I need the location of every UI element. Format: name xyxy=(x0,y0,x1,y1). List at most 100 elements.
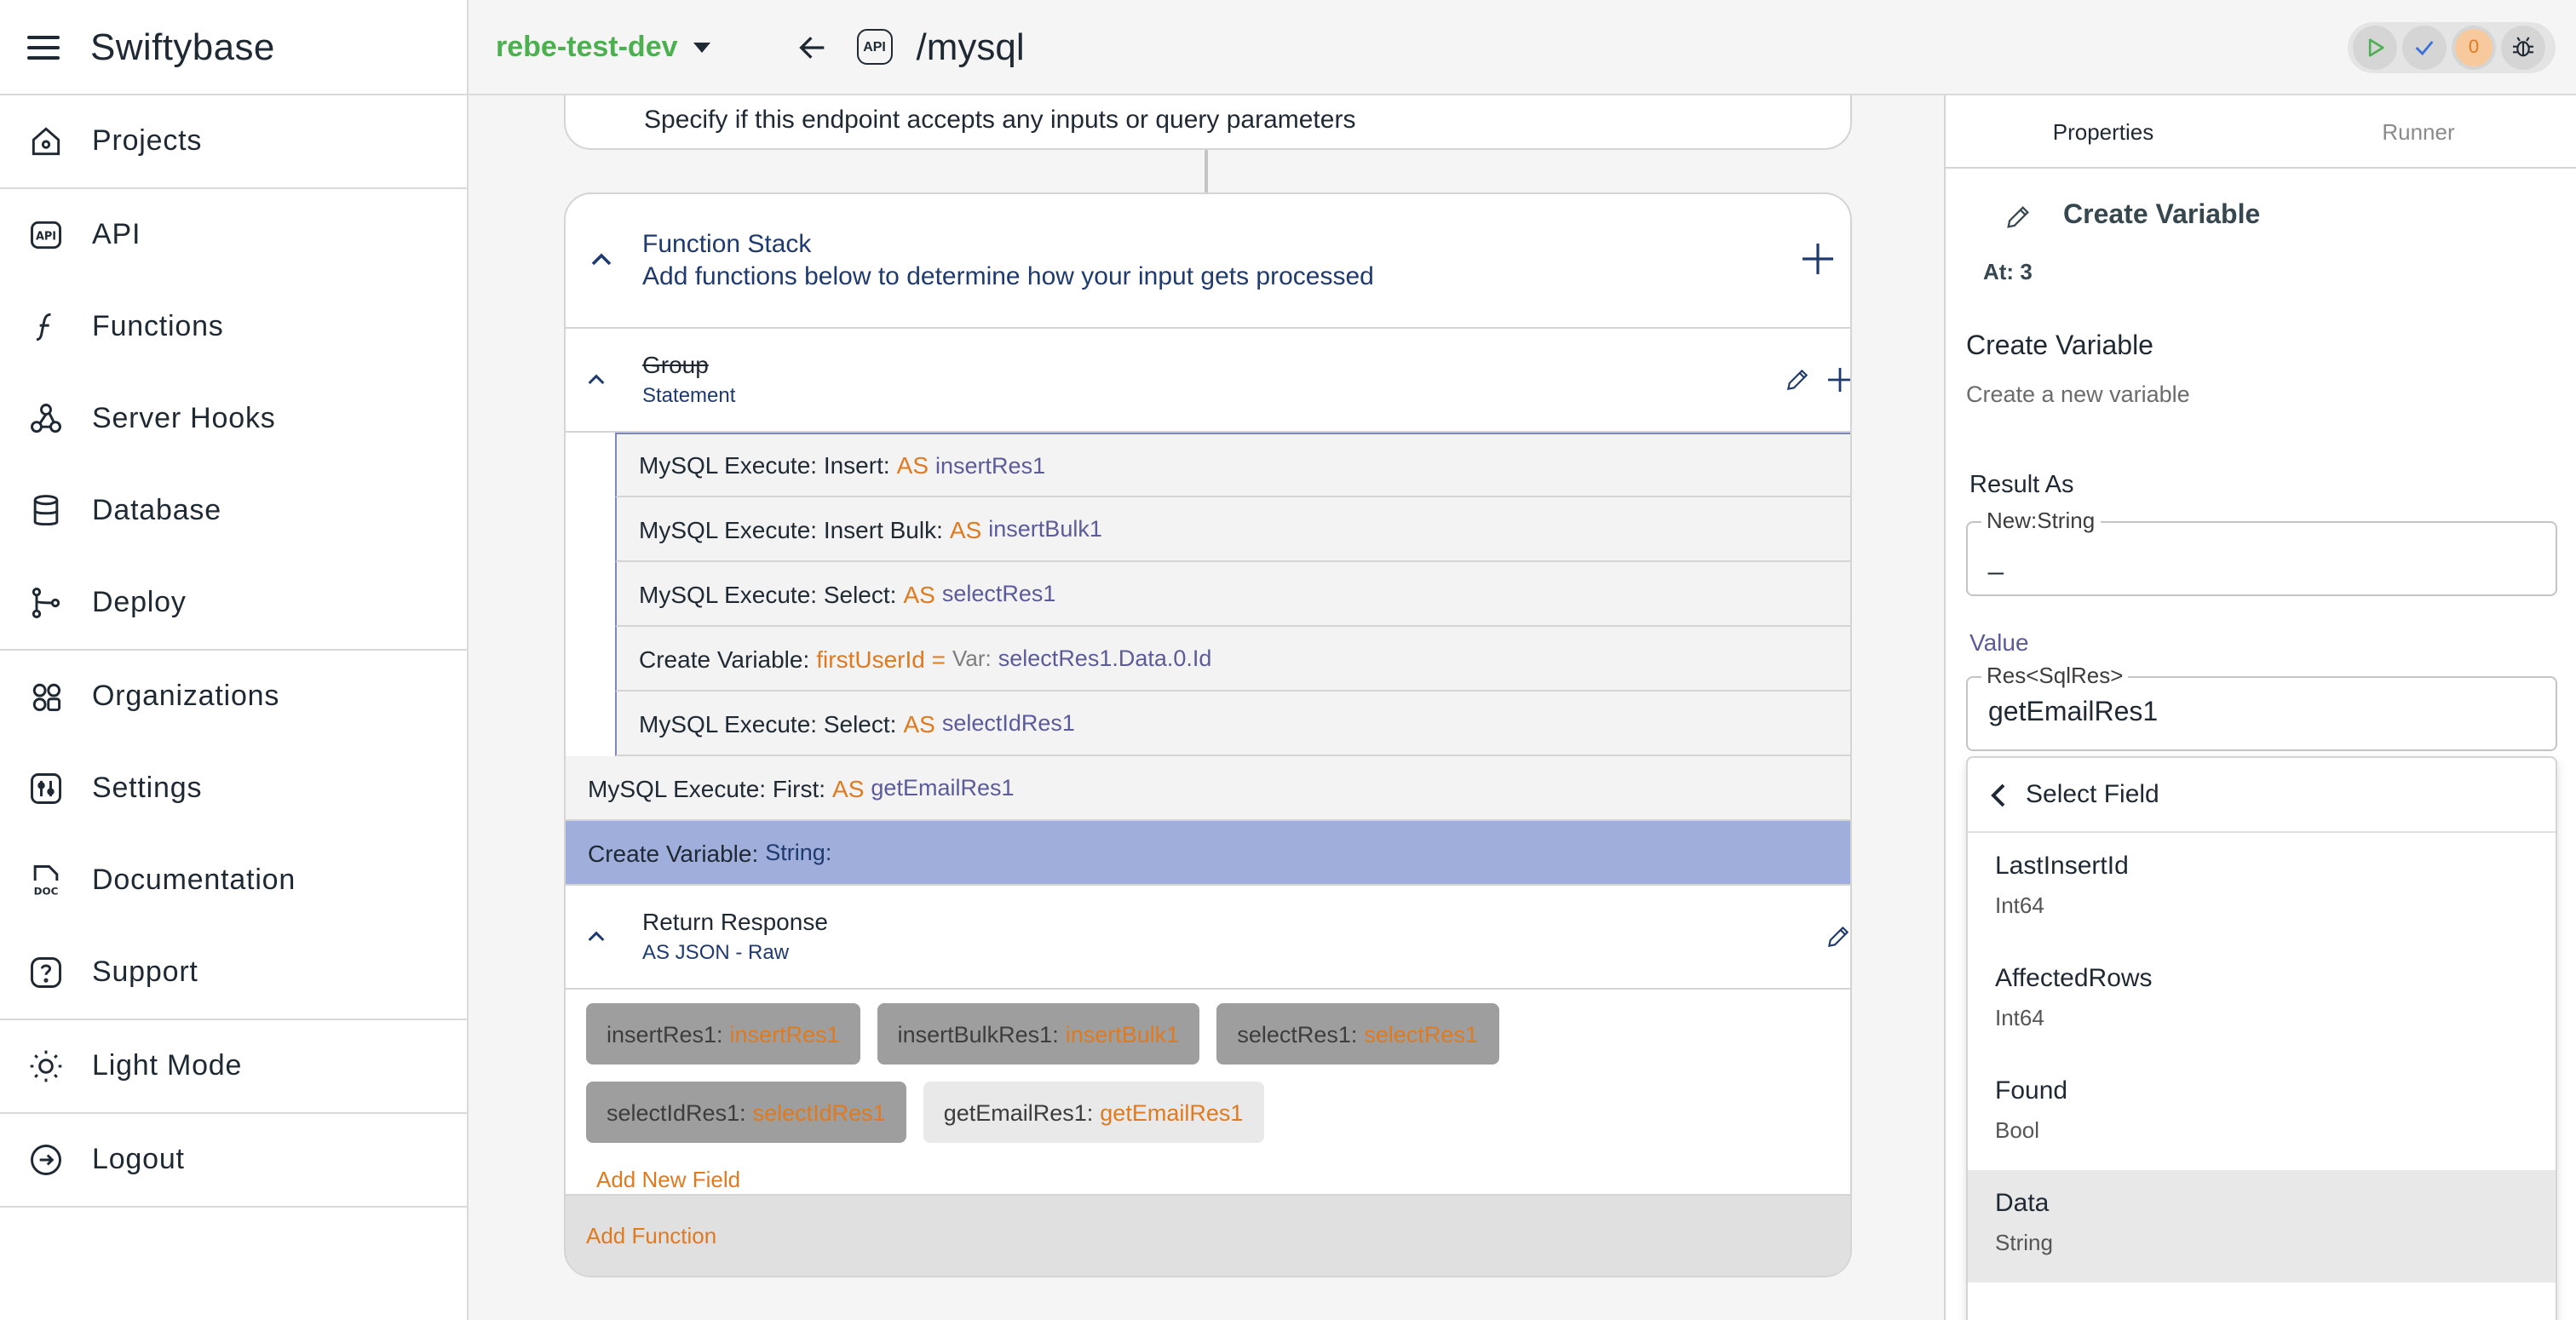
edit-icon[interactable] xyxy=(1825,923,1852,950)
dropdown-option-affectedrows[interactable]: AffectedRows Int64 xyxy=(1968,945,2556,1058)
return-title: Return Response xyxy=(642,908,828,935)
debug-button[interactable] xyxy=(2501,26,2545,70)
response-field-chip[interactable]: insertBulkRes1: insertBulk1 xyxy=(877,1003,1200,1065)
pencil-icon xyxy=(2007,205,2029,227)
function-icon xyxy=(27,308,65,346)
statement-keyword: AS xyxy=(903,709,935,737)
check-icon xyxy=(2415,41,2434,56)
sidebar-item-functions[interactable]: Functions xyxy=(0,281,467,373)
result-as-label: Result As xyxy=(1969,472,2074,499)
statement-variable: String: xyxy=(765,840,832,865)
run-button[interactable] xyxy=(2353,26,2397,70)
statement-type: Var: xyxy=(952,646,992,671)
response-field-chip[interactable]: getEmailRes1: getEmailRes1 xyxy=(923,1082,1264,1143)
option-name: Found xyxy=(1995,1076,2068,1105)
dropdown-header: Select Field xyxy=(2026,780,2159,809)
add-function-plus-icon[interactable] xyxy=(1803,244,1833,274)
sidebar-item-projects[interactable]: Projects xyxy=(0,95,467,187)
statement-row[interactable]: MySQL Execute: First: AS getEmailRes1 xyxy=(566,756,1850,821)
svg-text:DOC: DOC xyxy=(34,886,59,898)
response-fields: insertRes1: insertRes1 insertBulkRes1: ins… xyxy=(566,990,1850,1160)
field-value: insertRes1 xyxy=(729,1021,840,1047)
sidebar-item-logout[interactable]: Logout xyxy=(0,1114,467,1206)
sidebar-item-settings[interactable]: Settings xyxy=(0,743,467,835)
dropdown-option-lastinsertid[interactable]: LastInsertId Int64 xyxy=(1968,833,2556,945)
check-button[interactable] xyxy=(2402,26,2447,70)
chevron-up-icon[interactable] xyxy=(591,252,612,266)
field-value: selectIdRes1 xyxy=(752,1099,886,1125)
sidebar-item-label: Logout xyxy=(92,1143,185,1175)
return-response-header[interactable]: Return Response AS JSON - Raw xyxy=(566,886,1850,990)
sidebar-item-label: Functions xyxy=(92,310,224,342)
statement-row[interactable]: Create Variable: firstUserId = Var: sele… xyxy=(615,627,1850,692)
select-field-dropdown: Select Field LastInsertId Int64 Affected… xyxy=(1966,756,2557,1320)
caret-down-icon xyxy=(693,42,710,52)
statement-label: MySQL Execute: Select: xyxy=(639,709,897,737)
sidebar-item-label: Server Hooks xyxy=(92,402,276,434)
statement-variable: getEmailRes1 xyxy=(871,775,1015,801)
response-field-chip[interactable]: selectIdRes1: selectIdRes1 xyxy=(586,1082,906,1143)
value-type-legend: Res<SqlRes> xyxy=(1981,663,2129,688)
issues-button[interactable]: 0 xyxy=(2452,26,2496,70)
app-root: Swiftybase Projects API API Functions Se… xyxy=(0,0,2576,1320)
response-field-chip[interactable]: selectRes1: selectRes1 xyxy=(1216,1003,1498,1065)
group-title: Group xyxy=(642,351,709,378)
sidebar-item-label: Database xyxy=(92,494,221,526)
statement-row[interactable]: MySQL Execute: Select: AS selectRes1 xyxy=(615,562,1850,627)
statement-row[interactable]: MySQL Execute: Insert Bulk: AS insertBul… xyxy=(615,497,1850,562)
statement-variable: selectIdRes1 xyxy=(941,710,1075,736)
statement-row[interactable]: MySQL Execute: Select: AS selectIdRes1 xyxy=(615,692,1850,756)
edit-icon[interactable] xyxy=(1784,366,1811,393)
add-function-button[interactable]: Add Function xyxy=(566,1194,1850,1276)
group-header[interactable]: Group Statement xyxy=(566,329,1850,433)
option-name: LastInsertId xyxy=(1995,852,2129,881)
sidebar-item-database[interactable]: Database xyxy=(0,465,467,557)
sidebar-item-organizations[interactable]: Organizations xyxy=(0,651,467,743)
field-key: getEmailRes1: xyxy=(943,1099,1094,1125)
bug-icon xyxy=(2513,37,2533,57)
chevron-up-icon[interactable] xyxy=(588,930,605,942)
tab-properties[interactable]: Properties xyxy=(1946,95,2261,167)
menu-icon[interactable] xyxy=(27,35,60,59)
sidebar-item-support[interactable]: Support xyxy=(0,927,467,1019)
return-subtitle: AS JSON - Raw xyxy=(642,940,790,964)
statement-keyword: AS xyxy=(896,451,929,479)
response-field-chip[interactable]: insertRes1: insertRes1 xyxy=(586,1003,860,1065)
field-key: selectRes1: xyxy=(1237,1021,1358,1047)
chevron-up-icon[interactable] xyxy=(588,373,605,385)
project-select[interactable]: rebe-test-dev xyxy=(496,30,710,64)
dropdown-option-data[interactable]: Data String xyxy=(1968,1170,2556,1283)
statement-keyword: firstUserId = xyxy=(816,645,946,672)
workflow-canvas: Specify if this endpoint accepts any inp… xyxy=(469,95,1944,1320)
api-badge-icon: API xyxy=(856,29,893,65)
tab-runner[interactable]: Runner xyxy=(2261,95,2576,167)
chevron-left-icon xyxy=(1991,783,2005,806)
statement-keyword: AS xyxy=(832,774,865,801)
properties-panel: Properties Runner Create Variable At: 3 … xyxy=(1944,95,2576,1320)
statement-row[interactable]: MySQL Execute: Insert: AS insertRes1 xyxy=(615,433,1850,497)
plus-icon[interactable] xyxy=(1828,368,1852,392)
function-stack-subtitle: Add functions below to determine how you… xyxy=(642,262,1374,291)
group-body: MySQL Execute: Insert: AS insertRes1 MyS… xyxy=(566,433,1850,756)
app-title: Swiftybase xyxy=(90,25,275,67)
sidebar-item-label: Support xyxy=(92,956,198,988)
sidebar-item-api[interactable]: API API xyxy=(0,189,467,281)
input-card[interactable]: Specify if this endpoint accepts any inp… xyxy=(564,95,1852,150)
statement-row-selected[interactable]: Create Variable: String: xyxy=(566,821,1850,886)
sidebar-item-server-hooks[interactable]: Server Hooks xyxy=(0,373,467,465)
sidebar-item-light-mode[interactable]: Light Mode xyxy=(0,1020,467,1112)
issue-count-badge: 0 xyxy=(2455,29,2493,66)
select-field-back[interactable]: Select Field xyxy=(1968,758,2556,833)
sidebar-item-deploy[interactable]: Deploy xyxy=(0,557,467,649)
option-type: Int64 xyxy=(1995,1005,2044,1030)
option-name: AffectedRows xyxy=(1995,964,2153,993)
branch-icon xyxy=(27,584,65,622)
endpoint-path: /mysql xyxy=(916,25,1025,67)
result-as-field[interactable]: New:String _ xyxy=(1966,508,2557,596)
play-icon xyxy=(2368,38,2384,57)
value-field[interactable]: Res<SqlRes> getEmailRes1 xyxy=(1966,663,2557,751)
dropdown-option-found[interactable]: Found Bool xyxy=(1968,1058,2556,1170)
sidebar-item-documentation[interactable]: DOC Documentation xyxy=(0,835,467,927)
field-value: getEmailRes1 xyxy=(1100,1099,1244,1125)
arrow-left-icon[interactable] xyxy=(796,30,830,64)
